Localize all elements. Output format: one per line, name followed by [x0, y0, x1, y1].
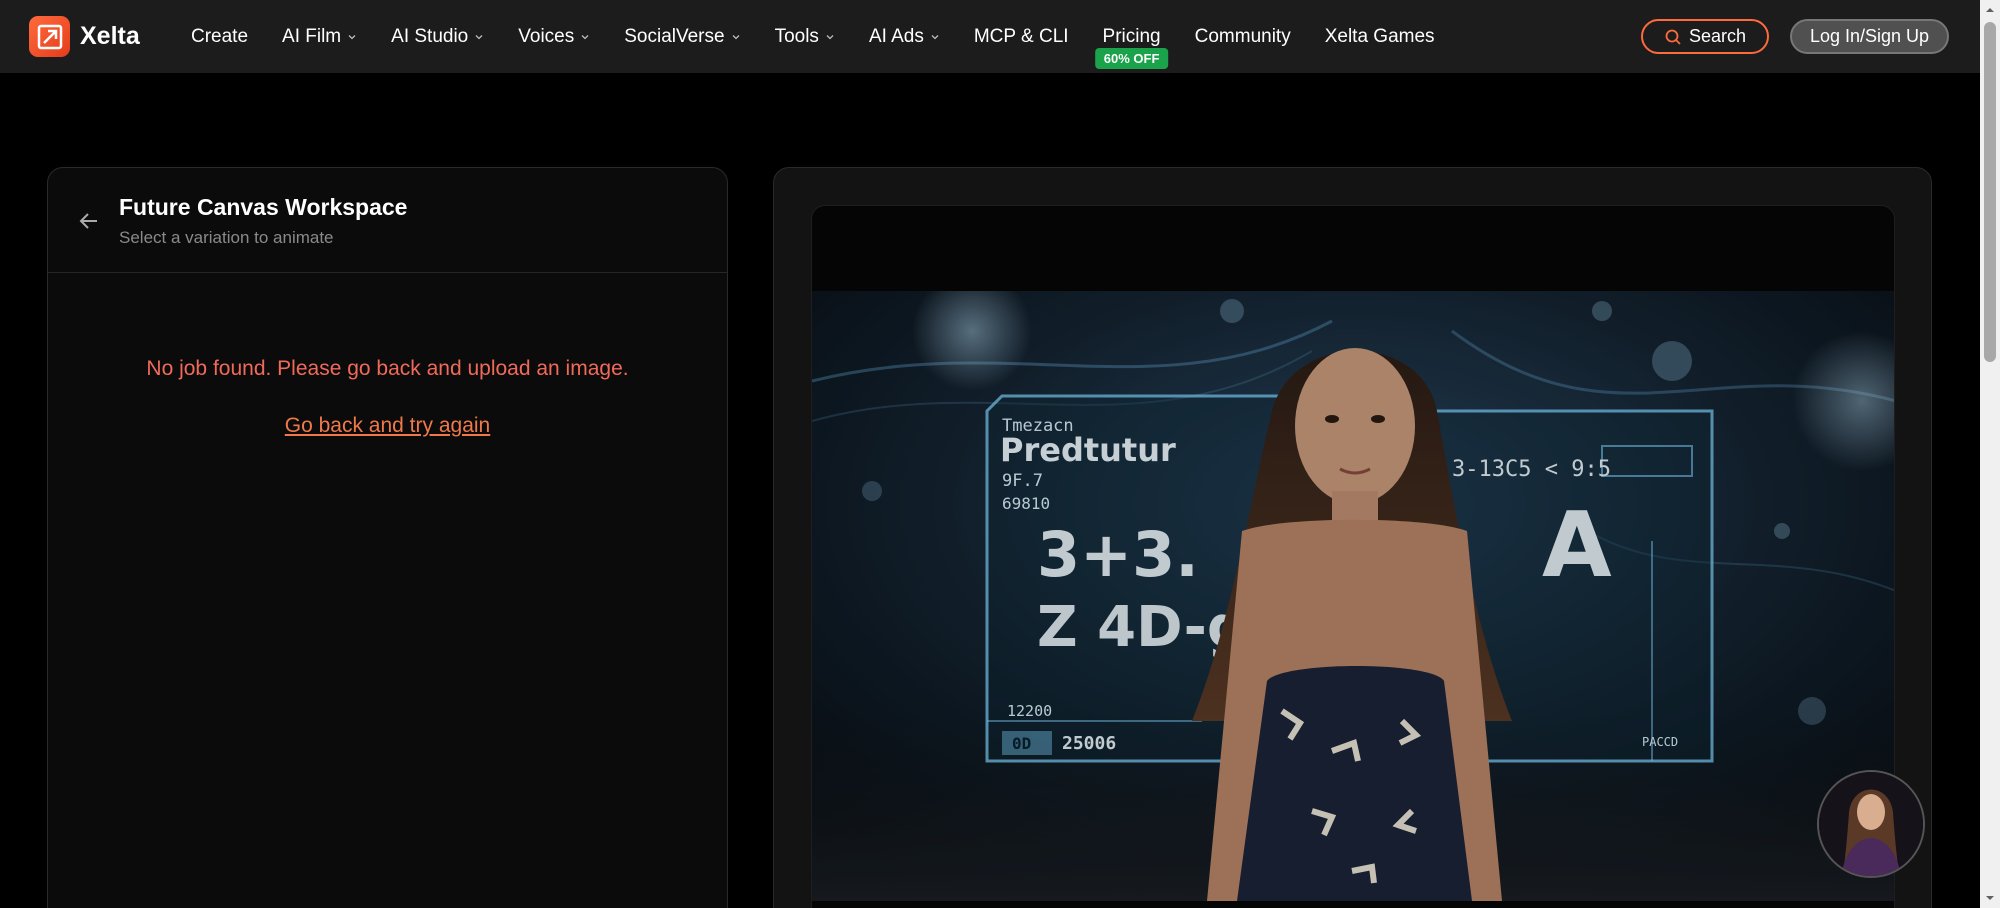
- workspace-header: Future Canvas Workspace Select a variati…: [48, 168, 727, 273]
- nav-label: SocialVerse: [624, 25, 725, 47]
- nav-label: Pricing: [1102, 25, 1161, 47]
- go-back-link[interactable]: Go back and try again: [48, 414, 727, 438]
- discount-badge: 60% OFF: [1094, 48, 1169, 69]
- preview-frame: Tmezacn Predtutur 9F.7 69810 3+3. Z 4D-g…: [811, 205, 1895, 908]
- nav-label: Voices: [518, 25, 575, 47]
- main-nav: Create AI Film AI Studio Voices SocialVe…: [174, 0, 1452, 73]
- nav-item-community[interactable]: Community: [1178, 0, 1308, 73]
- chevron-down-icon: [732, 34, 740, 39]
- preview-panel: Tmezacn Predtutur 9F.7 69810 3+3. Z 4D-g…: [773, 167, 1932, 908]
- workspace-panel: Future Canvas Workspace Select a variati…: [47, 167, 728, 908]
- back-button[interactable]: [74, 206, 104, 236]
- nav-label: Create: [191, 25, 249, 47]
- chevron-down-icon: [475, 34, 483, 39]
- nav-item-socialverse[interactable]: SocialVerse: [607, 0, 757, 73]
- chevron-down-icon: [826, 34, 834, 39]
- nav-label: AI Ads: [868, 25, 924, 47]
- nav-item-ai-film[interactable]: AI Film: [265, 0, 374, 73]
- nav-item-create[interactable]: Create: [174, 0, 265, 73]
- search-button[interactable]: Search: [1641, 19, 1769, 54]
- nav-item-pricing[interactable]: Pricing 60% OFF: [1086, 0, 1178, 73]
- xelta-logo-icon: [29, 16, 70, 57]
- chevron-down-icon: [348, 34, 356, 39]
- chevron-down-icon: [931, 34, 939, 39]
- scroll-thumb[interactable]: [1984, 22, 1996, 362]
- nav-item-ai-ads[interactable]: AI Ads: [852, 0, 957, 73]
- brand-name: Xelta: [80, 22, 140, 50]
- chevron-down-icon: [581, 34, 589, 39]
- login-signup-button[interactable]: Log In/Sign Up: [1790, 19, 1949, 54]
- nav-item-tools[interactable]: Tools: [758, 0, 852, 73]
- nav-label: Community: [1194, 25, 1291, 47]
- page-scrollbar[interactable]: [1980, 0, 2000, 908]
- search-icon: [1665, 29, 1681, 45]
- arrow-left-icon: [79, 213, 97, 229]
- page-subtitle: Select a variation to animate: [119, 228, 334, 247]
- error-message: No job found. Please go back and upload …: [146, 357, 629, 380]
- nav-label: Tools: [774, 25, 819, 47]
- nav-label: AI Film: [282, 25, 342, 47]
- triangle-up-icon: [1986, 8, 1994, 12]
- login-label: Log In/Sign Up: [1809, 26, 1930, 46]
- page-title: Future Canvas Workspace: [119, 194, 408, 220]
- preview-image[interactable]: Tmezacn Predtutur 9F.7 69810 3+3. Z 4D-g…: [812, 291, 1895, 901]
- top-navbar: Xelta Create AI Film AI Studio Voices So…: [0, 0, 1980, 73]
- assistant-avatar[interactable]: [1817, 770, 1925, 878]
- nav-label: MCP & CLI: [973, 25, 1069, 47]
- search-label: Search: [1688, 26, 1747, 46]
- nav-label: Xelta Games: [1324, 25, 1435, 47]
- brand-home-link[interactable]: Xelta: [29, 16, 140, 57]
- nav-item-mcp-cli[interactable]: MCP & CLI: [957, 0, 1086, 73]
- scroll-down-arrow[interactable]: [1980, 888, 2000, 908]
- nav-item-xelta-games[interactable]: Xelta Games: [1308, 0, 1452, 73]
- nav-item-ai-studio[interactable]: AI Studio: [374, 0, 501, 73]
- nav-item-voices[interactable]: Voices: [501, 0, 607, 73]
- nav-label: AI Studio: [391, 25, 469, 47]
- scroll-up-arrow[interactable]: [1980, 0, 2000, 20]
- triangle-down-icon: [1986, 896, 1994, 900]
- avatar-portrait-icon: [1819, 772, 1923, 876]
